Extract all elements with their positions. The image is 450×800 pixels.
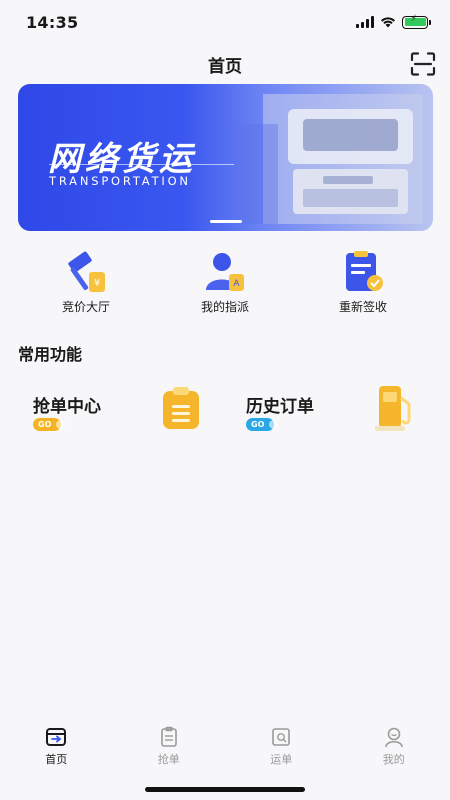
battery-charging-icon xyxy=(402,14,431,29)
truck-image xyxy=(233,94,423,224)
auction-hammer-icon: ¥ xyxy=(68,251,105,292)
banner-divider xyxy=(49,164,234,165)
tab-label: 我的 xyxy=(382,753,405,766)
signal-icon xyxy=(356,16,374,28)
quick-entry-label: 我的指派 xyxy=(200,300,249,314)
status-bar: 14:35 xyxy=(0,0,450,44)
fuel-pump-icon xyxy=(375,386,411,431)
tab-home[interactable]: 首页 xyxy=(0,718,113,778)
go-badge: GO xyxy=(33,418,65,431)
go-badge: GO xyxy=(246,418,278,431)
function-label: 历史订单 xyxy=(246,397,314,417)
banner-subtitle: TRANSPORTATION xyxy=(49,174,191,188)
svg-text:¥: ¥ xyxy=(94,278,100,289)
user-assign-icon: A xyxy=(206,253,244,291)
tab-label: 运单 xyxy=(270,753,293,766)
tab-label: 抢单 xyxy=(157,753,180,766)
clipboard-tab-icon xyxy=(160,726,177,747)
banner-title: 网络货运 xyxy=(48,139,196,178)
quick-entry-label: 重新签收 xyxy=(338,300,387,314)
waybill-search-icon xyxy=(272,728,291,746)
home-card-icon xyxy=(46,728,67,746)
nav-bar: 首页 xyxy=(0,44,450,84)
home-indicator xyxy=(145,787,305,792)
function-history-order[interactable]: 历史订单 GO xyxy=(246,380,436,440)
tab-grab[interactable]: 抢单 xyxy=(113,718,226,778)
status-icons xyxy=(356,14,431,29)
scan-icon[interactable] xyxy=(410,52,436,76)
function-grab-order[interactable]: 抢单中心 GO xyxy=(33,380,223,440)
tab-mine[interactable]: 我的 xyxy=(338,718,450,778)
banner-dot xyxy=(209,220,242,223)
profile-icon xyxy=(384,727,403,748)
tab-label: 首页 xyxy=(45,753,68,766)
quick-entry-assign[interactable]: A 我的指派 xyxy=(170,250,280,315)
tab-waybill[interactable]: 运单 xyxy=(225,718,338,778)
banner[interactable]: 网络货运 TRANSPORTATION xyxy=(18,84,433,231)
clipboard-icon xyxy=(163,387,199,429)
quick-entries: ¥ 竞价大厅 A 我的指派 重新签收 xyxy=(0,250,450,320)
function-label: 抢单中心 xyxy=(33,397,101,417)
quick-entry-resign[interactable]: 重新签收 xyxy=(308,250,418,315)
section-title: 常用功能 xyxy=(18,345,83,364)
quick-entry-auction[interactable]: ¥ 竞价大厅 xyxy=(31,250,141,315)
tab-bar: 首页 抢单 运单 我的 xyxy=(0,718,450,778)
banner-pager xyxy=(18,220,433,223)
svg-text:A: A xyxy=(233,279,240,289)
wifi-icon xyxy=(381,17,395,28)
quick-entry-label: 竞价大厅 xyxy=(61,300,110,314)
status-time: 14:35 xyxy=(26,12,79,32)
page-title: 首页 xyxy=(208,56,242,77)
sign-document-icon xyxy=(346,251,383,291)
